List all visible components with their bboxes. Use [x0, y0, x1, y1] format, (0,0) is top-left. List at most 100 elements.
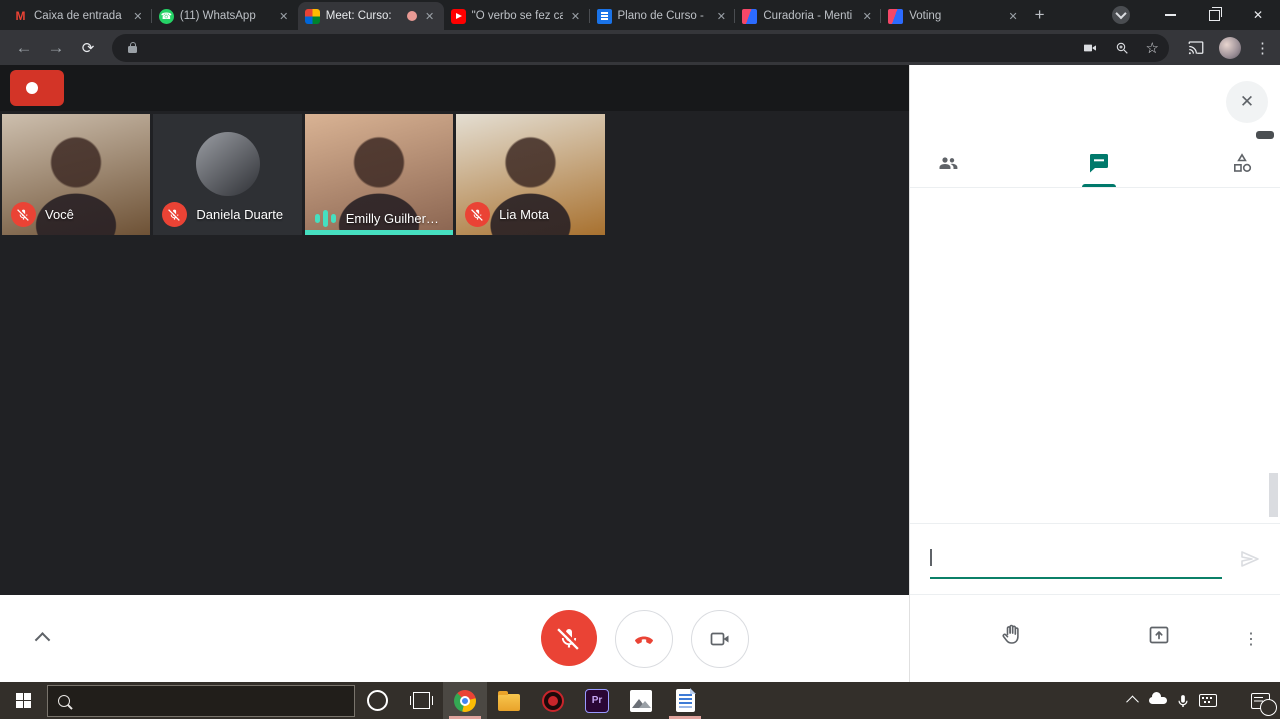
close-panel-button[interactable]: ✕ — [1226, 81, 1268, 123]
tab-participants[interactable] — [936, 139, 968, 187]
participant-avatar — [196, 132, 260, 196]
task-view-button[interactable] — [399, 682, 443, 719]
present-icon — [1147, 623, 1171, 647]
new-tab-button[interactable]: + — [1027, 5, 1052, 25]
chat-bubble-icon — [1087, 151, 1111, 175]
chat-input-row — [910, 523, 1280, 594]
meeting-details-chevron-icon[interactable] — [35, 632, 51, 648]
window-controls: ✕ — [1052, 0, 1280, 30]
browser-tab[interactable]: Voting ✕ — [881, 2, 1027, 30]
participant-name: Você — [45, 207, 74, 222]
tab-close-icon[interactable]: ✕ — [131, 10, 145, 23]
tab-favicon-icon — [305, 9, 320, 24]
browser-tab[interactable]: (11) WhatsApp ✕ — [152, 2, 298, 30]
chat-scrollbar[interactable] — [1269, 473, 1278, 517]
taskbar-chrome[interactable] — [443, 682, 487, 719]
minimize-button[interactable] — [1148, 0, 1192, 30]
browser-toolbar: ← → ⟳ ☆ ⋮ — [0, 30, 1280, 65]
windows-logo-icon — [16, 693, 32, 709]
send-icon[interactable] — [1238, 547, 1262, 571]
close-window-button[interactable]: ✕ — [1236, 0, 1280, 30]
camera-in-use-icon[interactable] — [1082, 40, 1098, 56]
participant-name: Emilly Guilher… — [346, 211, 439, 226]
windows-taskbar: Pr — [0, 682, 1280, 719]
tab-title: Voting — [909, 10, 1000, 22]
tab-close-icon[interactable]: ✕ — [714, 10, 728, 23]
tab-close-icon[interactable]: ✕ — [860, 10, 874, 23]
premiere-icon: Pr — [585, 689, 609, 713]
tab-close-icon[interactable]: ✕ — [423, 10, 437, 23]
cast-icon[interactable] — [1187, 39, 1205, 57]
hand-icon — [1000, 623, 1024, 647]
reload-icon[interactable]: ⟳ — [74, 39, 102, 57]
tab-favicon-icon — [451, 9, 466, 24]
browser-menu-icon[interactable]: ⋮ — [1255, 39, 1270, 57]
bookmark-star-icon[interactable]: ☆ — [1146, 39, 1159, 57]
participant-name-row: Daniela Duarte — [162, 202, 297, 227]
hangup-button[interactable] — [615, 610, 673, 668]
participant-tile[interactable]: Daniela Duarte — [153, 114, 301, 235]
mic-muted-icon — [162, 202, 187, 227]
browser-tab[interactable]: Curadoria - Menti ✕ — [735, 2, 881, 30]
raise-hand-button[interactable] — [938, 623, 1085, 654]
notification-center-button[interactable] — [1240, 682, 1280, 719]
participant-name-row: Você — [11, 202, 146, 227]
stage-top-strip — [0, 65, 909, 111]
notification-count-badge — [1260, 699, 1277, 716]
tab-activities[interactable] — [1230, 139, 1254, 187]
taskbar-premiere[interactable]: Pr — [575, 682, 619, 719]
red-app-icon — [542, 690, 564, 712]
back-icon[interactable]: ← — [10, 38, 38, 58]
participant-tile[interactable]: Você — [2, 114, 150, 235]
chat-actions-bar: ⋮ — [910, 594, 1280, 682]
browser-tab[interactable]: "O verbo se fez ca ✕ — [444, 2, 590, 30]
tray-expand-chevron-icon[interactable] — [1120, 682, 1145, 719]
cortana-button[interactable] — [355, 682, 399, 719]
tab-recording-icon — [407, 11, 417, 21]
input-method-icon[interactable] — [1195, 682, 1220, 719]
browser-tab[interactable]: Caixa de entrada ✕ — [6, 2, 152, 30]
tab-strip: Caixa de entrada ✕ (11) WhatsApp ✕ Meet:… — [0, 0, 1280, 30]
browser-tab[interactable]: Meet: Curso: ✕ — [298, 2, 444, 30]
participant-grid: Você Daniela Duarte Emilly Guilher… Lia … — [0, 111, 909, 595]
tab-search-icon[interactable] — [1112, 6, 1130, 24]
mic-toggle-button[interactable] — [541, 610, 597, 666]
tab-close-icon[interactable]: ✕ — [1006, 10, 1020, 23]
chat-panel: ✕ — [909, 65, 1280, 682]
tray-mic-icon[interactable] — [1170, 682, 1195, 719]
tab-title: Caixa de entrada — [34, 10, 125, 22]
zoom-icon[interactable] — [1114, 40, 1130, 56]
participant-name: Lia Mota — [499, 207, 549, 222]
browser-tab[interactable]: Plano de Curso - ✕ — [590, 2, 736, 30]
call-bottom-bar — [0, 595, 909, 682]
present-now-button[interactable] — [1085, 623, 1232, 654]
tab-close-icon[interactable]: ✕ — [569, 10, 583, 23]
participant-tile[interactable]: Emilly Guilher… — [305, 114, 453, 235]
camera-toggle-button[interactable] — [691, 610, 749, 668]
activities-icon — [1230, 151, 1254, 175]
taskbar-recorder-app[interactable] — [531, 682, 575, 719]
taskbar-file-explorer[interactable] — [487, 682, 531, 719]
taskbar-document-app[interactable] — [663, 682, 707, 719]
recording-dot-icon — [26, 82, 38, 94]
taskbar-photos[interactable] — [619, 682, 663, 719]
taskbar-search[interactable] — [47, 685, 355, 717]
more-options-icon[interactable]: ⋮ — [1232, 629, 1270, 649]
restore-button[interactable] — [1192, 0, 1236, 30]
address-bar[interactable]: ☆ — [112, 34, 1169, 62]
message-input[interactable] — [930, 540, 1222, 579]
participant-tile[interactable]: Lia Mota — [456, 114, 604, 235]
mic-muted-icon — [465, 202, 490, 227]
tab-close-icon[interactable]: ✕ — [277, 10, 291, 23]
tab-chat[interactable] — [1087, 139, 1111, 187]
forward-icon[interactable]: → — [42, 38, 70, 58]
tab-favicon-icon — [597, 9, 612, 24]
tab-strip-tabs: Caixa de entrada ✕ (11) WhatsApp ✕ Meet:… — [6, 0, 1027, 30]
tab-title: Plano de Curso - — [618, 10, 709, 22]
folder-icon — [498, 694, 520, 711]
onedrive-cloud-icon[interactable] — [1145, 682, 1170, 719]
lock-icon[interactable] — [128, 46, 137, 53]
start-button[interactable] — [0, 682, 47, 719]
taskbar-clock[interactable] — [1220, 693, 1240, 708]
profile-avatar[interactable] — [1219, 37, 1241, 59]
